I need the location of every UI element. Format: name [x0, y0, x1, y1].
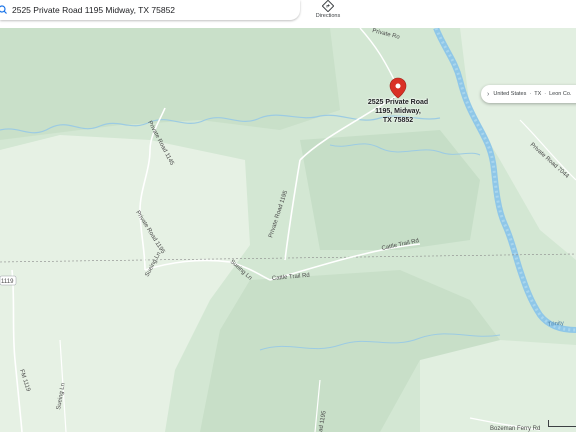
forest-central: [300, 130, 480, 250]
scale-bar: [548, 420, 576, 427]
breadcrumb-item-state[interactable]: TX: [534, 91, 541, 97]
map-view[interactable]: Private Road 1145 Private Road 1195 Priv…: [0, 0, 576, 432]
directions-label: Directions: [315, 13, 341, 19]
search-icon[interactable]: [0, 3, 10, 17]
pin-address-line-2: 1195, Midway,: [375, 108, 421, 115]
breadcrumb-item-country[interactable]: United States: [493, 91, 526, 97]
breadcrumb-separator: ·: [544, 91, 547, 97]
breadcrumb-separator: ·: [529, 91, 532, 97]
pin-address-line-3: TX 75852: [382, 117, 414, 124]
route-shield-1119: 1119: [0, 275, 17, 286]
directions-button[interactable]: Directions: [310, 0, 346, 24]
label-bozeman-ferry-rd: Bozeman Ferry Rd: [490, 426, 540, 432]
route-shield-label: 1119: [1, 279, 14, 285]
search-icon-glyph: [0, 5, 7, 14]
search-input[interactable]: 2525 Private Road 1195 Midway, TX 75852: [12, 5, 175, 15]
breadcrumb-item-county[interactable]: Leon Co.: [549, 91, 571, 97]
top-bar: 2525 Private Road 1195 Midway, TX 75852 …: [0, 0, 576, 28]
pin-address-line-1: 2525 Private Road: [367, 99, 429, 106]
breadcrumb[interactable]: › United States · TX · Leon Co.: [481, 85, 576, 103]
directions-icon: [322, 0, 334, 12]
pin-address-label[interactable]: 2525 Private Road 1195, Midway, TX 75852: [358, 98, 438, 125]
search-box[interactable]: 2525 Private Road 1195 Midway, TX 75852: [0, 0, 300, 20]
map-canvas[interactable]: Private Road 1145 Private Road 1195 Priv…: [0, 0, 576, 432]
chevron-right-icon[interactable]: ›: [487, 91, 489, 98]
